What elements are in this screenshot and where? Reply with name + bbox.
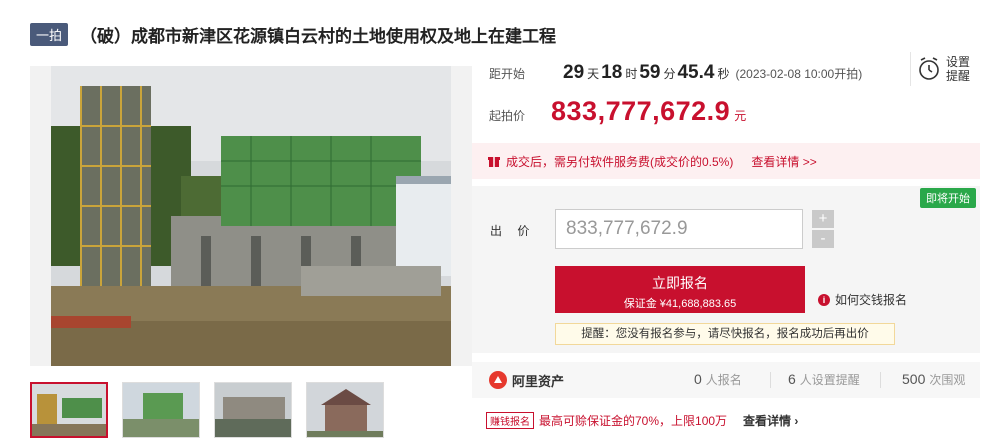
bid-panel: 即将开始 出 价 833,777,672.9 + - 立即报名 保证金 ¥41,… <box>472 186 980 353</box>
countdown: 距开始 29 天 18 时 59 分 45.4 秒 (2023-02-08 10… <box>489 62 862 84</box>
how-to-pay-label: 如何交钱报名 <box>835 293 908 307</box>
seconds-unit: 秒 <box>717 67 730 81</box>
status-badge: 即将开始 <box>920 188 976 208</box>
view-count: 500 次围观 <box>902 371 966 387</box>
reminder-count: 6 人设置提醒 <box>788 371 860 387</box>
thumbnail-1[interactable] <box>30 382 108 438</box>
price-label: 起拍价 <box>489 109 526 123</box>
apply-button-label: 立即报名 <box>652 275 708 291</box>
price-unit: 元 <box>734 109 747 123</box>
thumbnail-4[interactable] <box>306 382 384 438</box>
countdown-hours: 18 <box>601 62 623 83</box>
countdown-label: 距开始 <box>489 67 526 81</box>
countdown-minutes: 59 <box>639 62 661 83</box>
how-to-pay-link[interactable]: i 如何交钱报名 <box>818 291 907 308</box>
page-title: （破）成都市新津区花源镇白云村的土地使用权及地上在建工程 <box>80 26 557 46</box>
hours-unit: 时 <box>625 67 638 81</box>
service-fee-bar: 成交后，需另付软件服务费(成交价的0.5%) 查看详情 >> <box>472 143 980 179</box>
thumbnail-strip <box>30 382 384 438</box>
deposit-amount: 保证金 ¥41,688,883.65 <box>623 298 737 310</box>
thumbnail-2[interactable] <box>122 382 200 438</box>
chevron-right-icon: › <box>794 414 799 428</box>
set-reminder-button[interactable]: 设置 提醒 <box>918 52 978 86</box>
divider <box>910 52 911 86</box>
construction-site-photo <box>51 66 451 366</box>
start-time: (2023-02-08 10:00开拍) <box>735 67 863 81</box>
brand-name: 阿里资产 <box>512 373 565 389</box>
decrease-bid-button[interactable]: - <box>812 230 834 248</box>
info-icon: i <box>818 293 830 306</box>
gift-icon <box>488 157 500 167</box>
bid-label: 出 价 <box>490 224 536 238</box>
signup-reminder-tip: 提醒：您没有报名参与，请尽快报名，报名成功后再出价 <box>555 323 895 345</box>
bid-price-input[interactable]: 833,777,672.9 <box>555 209 803 249</box>
title-row: 一拍 （破）成都市新津区花源镇白云村的土地使用权及地上在建工程 <box>30 22 556 46</box>
starting-price: 起拍价 833,777,672.9 元 <box>489 96 746 127</box>
increase-bid-button[interactable]: + <box>812 210 834 228</box>
divider <box>880 372 881 388</box>
thumbnail-3[interactable] <box>214 382 292 438</box>
deposit-details-link[interactable]: 查看详情 › <box>743 412 798 429</box>
service-fee-text: 成交后，需另付软件服务费(成交价的0.5%) <box>506 154 734 169</box>
price-value: 833,777,672.9 <box>551 96 731 126</box>
zoom-icon[interactable] <box>450 342 468 360</box>
apply-now-button[interactable]: 立即报名 保证金 ¥41,688,883.65 <box>555 266 805 313</box>
deposit-loan-text: 最高可赊保证金的70%，上限100万 <box>539 414 728 428</box>
divider <box>770 372 771 388</box>
countdown-days: 29 <box>563 62 585 83</box>
auction-page: 一拍 （破）成都市新津区花源镇白云村的土地使用权及地上在建工程 距开始 29 天… <box>0 0 988 447</box>
days-unit: 天 <box>587 67 600 81</box>
deposit-loan-row: 赚钱报名 最高可赊保证金的70%，上限100万 查看详情 › <box>486 412 798 429</box>
minutes-unit: 分 <box>663 67 676 81</box>
auction-round-tag: 一拍 <box>30 22 69 46</box>
countdown-seconds: 45.4 <box>677 62 715 83</box>
main-photo[interactable] <box>30 66 472 366</box>
alarm-clock-icon <box>919 57 939 80</box>
ali-assets-logo-icon <box>489 371 507 389</box>
signup-count: 0 人报名 <box>694 371 742 387</box>
ali-assets-logo: 阿里资产 <box>488 370 564 390</box>
reminder-label: 设置 提醒 <box>946 55 971 83</box>
fee-details-link[interactable]: 查看详情 >> <box>751 153 816 170</box>
deposit-loan-tag: 赚钱报名 <box>486 412 534 429</box>
stats-bar: 阿里资产 0 人报名 6 人设置提醒 500 次围观 <box>472 362 980 398</box>
